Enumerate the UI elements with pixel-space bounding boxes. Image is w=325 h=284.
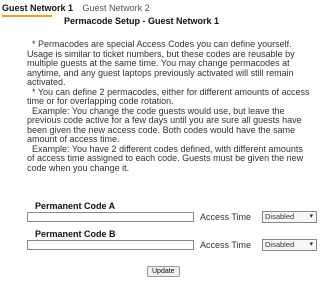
description-paragraph: Example: You have 2 different codes defi…	[27, 143, 304, 173]
access-time-b-value: Disabled	[265, 240, 295, 249]
access-time-b-select[interactable]: Disabled ▾	[262, 239, 317, 251]
tab-guest-network-2[interactable]: Guest Network 2	[83, 3, 150, 13]
description-paragraph: * You can define 2 permacodes, either fo…	[27, 86, 310, 106]
update-button[interactable]: Update	[147, 266, 180, 277]
description-paragraph: * Permacodes are special Access Codes yo…	[27, 39, 295, 87]
permanent-code-a-label: Permanent Code A	[35, 201, 116, 211]
description-paragraph: Example: You change the code guests woul…	[27, 105, 302, 144]
active-tab-indicator	[2, 15, 52, 17]
permanent-code-b-label: Permanent Code B	[35, 229, 116, 239]
access-time-a-value: Disabled	[265, 212, 295, 221]
description: * Permacodes are special Access Codes yo…	[27, 39, 311, 173]
access-time-b-label: Access Time	[200, 240, 252, 250]
page-title: Permacode Setup - Guest Network 1	[64, 16, 220, 26]
tab-guest-network-1[interactable]: Guest Network 1	[2, 3, 73, 13]
chevron-down-icon: ▾	[309, 213, 313, 220]
permanent-code-a-input[interactable]	[27, 212, 194, 222]
access-time-a-select[interactable]: Disabled ▾	[262, 211, 317, 223]
access-time-a-label: Access Time	[200, 212, 252, 222]
tab-bar: Guest Network 1 Guest Network 2	[2, 3, 157, 15]
permanent-code-b-input[interactable]	[27, 240, 194, 250]
chevron-down-icon: ▾	[309, 241, 313, 248]
